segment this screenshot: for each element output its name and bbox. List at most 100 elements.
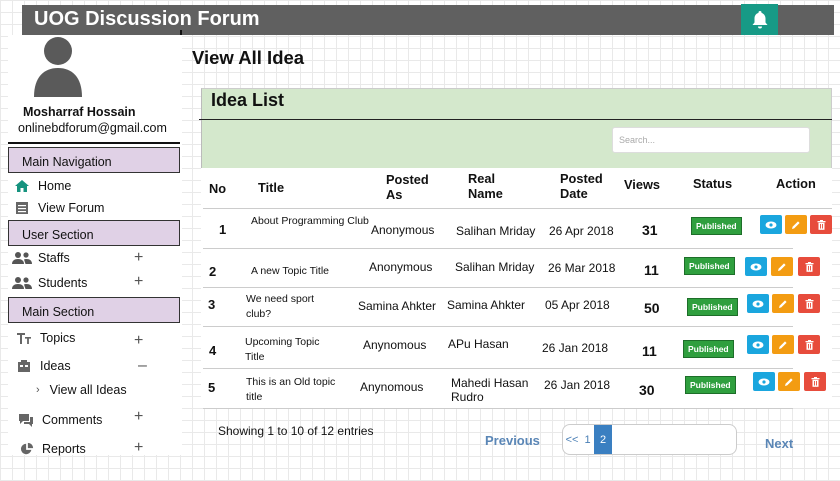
delete-button[interactable] <box>798 257 820 276</box>
cell-real-name: APu Hasan <box>448 337 509 351</box>
trash-icon <box>817 219 825 230</box>
trash-icon <box>805 261 813 272</box>
view-button[interactable] <box>760 215 782 234</box>
notifications-button[interactable] <box>741 4 778 35</box>
search-input[interactable] <box>612 127 810 153</box>
sidebar-item-view-all-ideas[interactable]: › View all Ideas <box>36 383 127 397</box>
cell-title[interactable]: About Programming Club <box>251 214 369 229</box>
row-divider <box>203 326 793 327</box>
sidebar-item-comments[interactable]: Comments <box>18 412 102 428</box>
row-divider <box>203 368 793 369</box>
column-header-action: Action <box>776 176 816 191</box>
expand-staffs-icon[interactable]: + <box>134 249 143 267</box>
cell-posted-as: Anynomous <box>360 380 424 394</box>
cell-views: 11 <box>642 343 657 359</box>
avatar <box>34 37 82 97</box>
app-title: UOG Discussion Forum <box>34 8 260 30</box>
sidebar: Mosharraf Hossain onlinebdforum@gmail.co… <box>8 35 182 457</box>
sidebar-item-staffs[interactable]: Staffs <box>12 250 70 266</box>
text-icon <box>17 333 31 344</box>
pencil-icon <box>785 377 793 386</box>
panel-title: Idea List <box>211 90 285 110</box>
cell-real-name: Salihan Mriday <box>456 224 536 238</box>
collapse-ideas-icon[interactable]: – <box>138 357 147 375</box>
sidebar-item-topics[interactable]: Topics <box>16 330 75 346</box>
cell-posted-as: Samina Ahkter <box>358 299 437 313</box>
delete-button[interactable] <box>798 335 820 354</box>
section-main: Main Section <box>8 297 180 323</box>
edit-button[interactable] <box>771 257 793 276</box>
page-1-button[interactable]: 1 <box>581 425 594 454</box>
column-header-views[interactable]: Views <box>624 177 660 192</box>
view-button[interactable] <box>747 335 769 354</box>
column-header-posted-date[interactable]: Posted Date <box>560 171 610 201</box>
expand-topics-icon[interactable]: + <box>134 332 143 350</box>
panel-divider <box>199 119 832 120</box>
status-badge: Published <box>683 340 734 358</box>
sidebar-item-view-forum[interactable]: View Forum <box>14 200 104 216</box>
previous-page-link[interactable]: Previous <box>485 433 540 448</box>
list-icon <box>16 202 28 214</box>
trash-icon <box>805 339 813 350</box>
expand-students-icon[interactable]: + <box>134 273 143 291</box>
page-title: View All Idea <box>192 47 305 68</box>
delete-button[interactable] <box>804 372 826 391</box>
expand-reports-icon[interactable]: + <box>134 439 143 457</box>
first-page-button[interactable]: << <box>563 425 581 454</box>
eye-icon <box>752 300 764 307</box>
table-info: Showing 1 to 10 of 12 entries <box>218 424 374 438</box>
status-badge: Published <box>691 217 742 235</box>
cell-real-name: Samina Ahkter <box>447 298 526 312</box>
pencil-icon <box>778 262 786 271</box>
cell-views: 11 <box>644 262 659 278</box>
trash-icon <box>805 298 813 309</box>
view-button[interactable] <box>753 372 775 391</box>
status-badge: Published <box>684 257 735 275</box>
sidebar-item-label: Ideas <box>40 359 71 373</box>
sidebar-item-home[interactable]: Home <box>14 178 71 194</box>
row-divider <box>203 208 832 209</box>
expand-comments-icon[interactable]: + <box>134 408 143 426</box>
sidebar-item-ideas[interactable]: Ideas <box>16 358 71 374</box>
status-badge: Published <box>685 376 736 394</box>
pie-chart-icon <box>20 442 34 455</box>
status-badge: Published <box>687 298 738 316</box>
cell-title[interactable]: Upcoming Topic Title <box>245 335 335 365</box>
edit-button[interactable] <box>778 372 800 391</box>
delete-button[interactable] <box>798 294 820 313</box>
delete-button[interactable] <box>810 215 832 234</box>
column-header-title[interactable]: Title <box>258 180 284 195</box>
eye-icon <box>752 341 764 348</box>
next-page-link[interactable]: Next <box>765 436 793 451</box>
sidebar-item-reports[interactable]: Reports <box>20 442 86 456</box>
view-button[interactable] <box>747 294 769 313</box>
cell-no: 2 <box>209 264 217 279</box>
sidebar-item-label: Students <box>38 276 88 290</box>
sidebar-item-label: Topics <box>40 331 76 345</box>
edit-button[interactable] <box>772 335 794 354</box>
column-header-real-name[interactable]: Real Name <box>468 171 516 201</box>
idea-table <box>201 168 832 408</box>
edit-button[interactable] <box>772 294 794 313</box>
view-button[interactable] <box>745 257 767 276</box>
column-header-posted-as[interactable]: Posted As <box>386 172 436 202</box>
cell-no: 5 <box>208 380 216 395</box>
cell-title[interactable]: A new Topic Title <box>251 264 369 279</box>
cell-posted-as: Anonymous <box>371 223 435 237</box>
users-icon <box>12 277 32 289</box>
cell-title[interactable]: This is an Old topic title <box>246 375 346 405</box>
sidebar-item-students[interactable]: Students <box>12 275 87 291</box>
cell-real-name: Salihan Mriday <box>455 260 535 274</box>
trash-icon <box>811 376 819 387</box>
column-header-no[interactable]: No <box>209 181 226 196</box>
cell-title[interactable]: We need sport club? <box>246 292 336 322</box>
pencil-icon <box>792 220 800 229</box>
pencil-icon <box>779 340 787 349</box>
cell-date: 26 Mar 2018 <box>548 261 616 275</box>
row-divider <box>203 408 793 409</box>
sidebar-item-label: Home <box>38 179 72 193</box>
sidebar-item-label: View all Ideas <box>49 383 127 397</box>
page-2-button[interactable]: 2 <box>594 425 612 454</box>
pencil-icon <box>779 299 787 308</box>
edit-button[interactable] <box>785 215 807 234</box>
